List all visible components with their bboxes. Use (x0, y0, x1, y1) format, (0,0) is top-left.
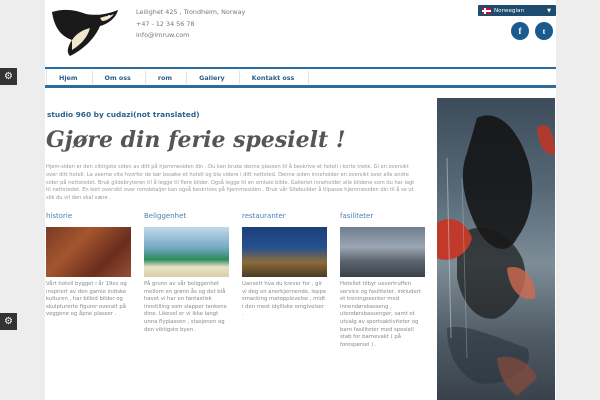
restauranter-image[interactable] (242, 227, 327, 277)
column-text: Hotellet tilbyr uovertruffen service og … (340, 281, 422, 348)
column-title-link[interactable]: restauranter (242, 212, 327, 222)
nav-item-kontakt-oss[interactable]: Kontakt oss (240, 71, 310, 84)
column-text: Uansett hva du krever for , gir vi deg e… (242, 281, 327, 318)
page-subtitle: studio 960 by cudazi(not translated) (47, 110, 200, 119)
intro-paragraph: Hjem-siden er den viktigste siden av dit… (46, 164, 415, 202)
nav-bottom-border (45, 85, 556, 88)
page-title: Gjøre din ferie spesielt ! (46, 127, 346, 153)
feature-column-beliggenhet: Beliggenhet På grunn av vår beliggenhet … (144, 212, 229, 334)
facebook-icon[interactable]: f (511, 22, 529, 40)
phone-text: +47 - 12 34 56 78 (136, 19, 195, 28)
chevron-down-icon: ▼ (547, 8, 551, 14)
column-text: Vårt hotell bygget i år 19xx og inspirer… (46, 281, 127, 318)
language-selected: Norwegian (494, 7, 525, 14)
email-link[interactable]: info@imruw.com (136, 30, 245, 42)
settings-gear-icon[interactable]: ⚙ (0, 68, 17, 85)
bird-logo[interactable] (46, 6, 124, 62)
column-title-link[interactable]: historie (46, 212, 131, 222)
column-text: På grunn av vår beliggenhet mellom en gr… (144, 281, 227, 333)
address-text: Leilighet 425 , Trondheim, Norway (136, 8, 246, 16)
nav-item-om-oss[interactable]: Om oss (93, 71, 146, 84)
abstract-painting-graphic (437, 115, 555, 396)
fasiliteter-image[interactable] (340, 227, 425, 277)
historie-image[interactable] (46, 227, 131, 277)
nav-item-rom[interactable]: rom (146, 71, 188, 84)
beliggenhet-image[interactable] (144, 227, 229, 277)
twitter-icon[interactable]: t (535, 22, 553, 40)
norway-flag-icon (482, 7, 491, 14)
settings-gear-icon-lower[interactable]: ⚙ (0, 313, 17, 330)
column-title-link[interactable]: Beliggenhet (144, 212, 229, 222)
nav-item-hjem[interactable]: Hjem (47, 71, 93, 84)
feature-column-fasiliteter: fasiliteter Hotellet tilbyr uovertruffen… (340, 212, 425, 349)
nav-item-gallery[interactable]: Gallery (187, 71, 240, 84)
contact-info: Leilighet 425 , Trondheim, Norway +47 - … (136, 7, 245, 42)
abstract-art-banner-image (437, 98, 555, 400)
feature-column-restauranter: restauranter Uansett hva du krever for ,… (242, 212, 327, 319)
feature-column-historie: historie Vårt hotell bygget i år 19xx og… (46, 212, 131, 319)
column-title-link[interactable]: fasiliteter (340, 212, 425, 222)
language-select[interactable]: Norwegian ▼ (478, 5, 556, 16)
